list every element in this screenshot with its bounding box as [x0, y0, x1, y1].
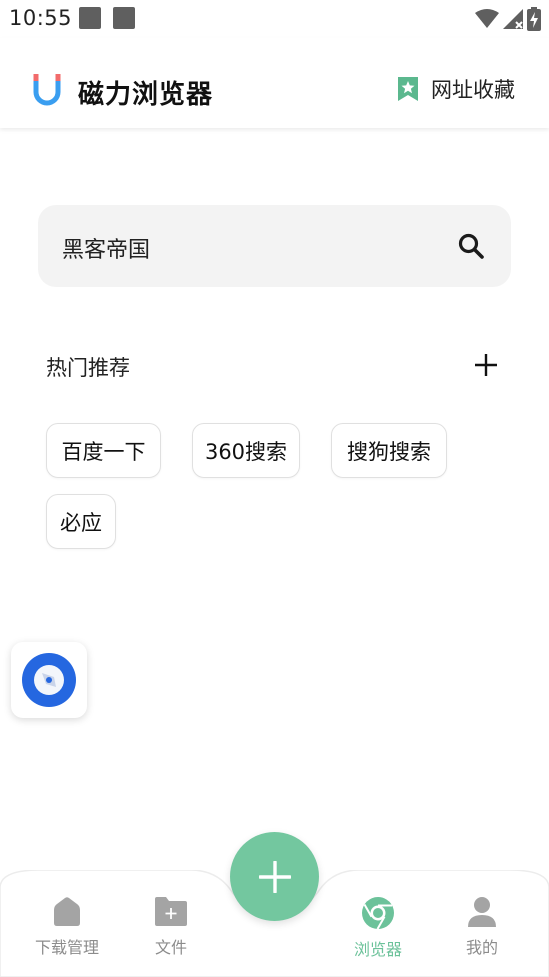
chrome-icon	[362, 897, 394, 930]
person-icon	[468, 897, 496, 927]
nav-item-profile[interactable]: 我的	[432, 896, 532, 958]
bookmark-button[interactable]: 网址收藏	[397, 74, 515, 104]
home-icon	[54, 897, 80, 926]
nav-label: 我的	[465, 938, 498, 957]
search-query: 黑客帝国	[62, 238, 151, 263]
search-input[interactable]: 黑客帝国	[38, 205, 511, 287]
hot-tag-label: 搜狗搜索	[347, 439, 431, 464]
bookmark-star-icon	[398, 77, 418, 101]
nav-item-files[interactable]: 文件	[121, 896, 221, 958]
hot-tag-label: 必应	[60, 510, 102, 535]
app-title: 磁力浏览器	[78, 80, 214, 110]
plus-icon	[258, 860, 291, 893]
status-icons	[475, 6, 541, 32]
hot-tag-baidu[interactable]: 百度一下	[46, 423, 161, 478]
app-bar: 磁力浏览器 网址收藏	[0, 38, 549, 128]
nav-label: 下载管理	[34, 938, 99, 957]
add-icon[interactable]	[473, 352, 499, 378]
hot-tag-label: 百度一下	[61, 439, 146, 464]
nav-item-browser[interactable]: 浏览器	[328, 896, 428, 960]
nav-item-downloads[interactable]: 下载管理	[17, 896, 117, 958]
bookmark-label: 网址收藏	[431, 78, 515, 102]
floating-compass-button[interactable]	[11, 642, 87, 718]
hot-tag-bing[interactable]: 必应	[46, 494, 116, 549]
battery-icon	[527, 7, 541, 31]
signal-icon	[503, 9, 523, 29]
hot-tag-360[interactable]: 360搜索	[192, 423, 300, 478]
compass-icon	[22, 653, 76, 707]
hot-tag-sogou[interactable]: 搜狗搜索	[331, 423, 447, 478]
notification-icon	[113, 7, 135, 29]
hot-section-title: 热门推荐	[46, 356, 130, 380]
status-bar: 10:55	[0, 0, 549, 38]
magnet-logo-icon	[33, 74, 61, 106]
nav-label: 浏览器	[353, 940, 402, 959]
wifi-icon	[475, 9, 499, 28]
search-icon[interactable]	[457, 232, 485, 260]
status-time: 10:55	[9, 6, 73, 30]
hot-tag-label: 360搜索	[204, 439, 288, 464]
nav-label: 文件	[154, 938, 187, 957]
add-fab-button[interactable]	[230, 832, 319, 921]
folder-add-icon	[155, 897, 187, 926]
notification-icon	[79, 7, 101, 29]
